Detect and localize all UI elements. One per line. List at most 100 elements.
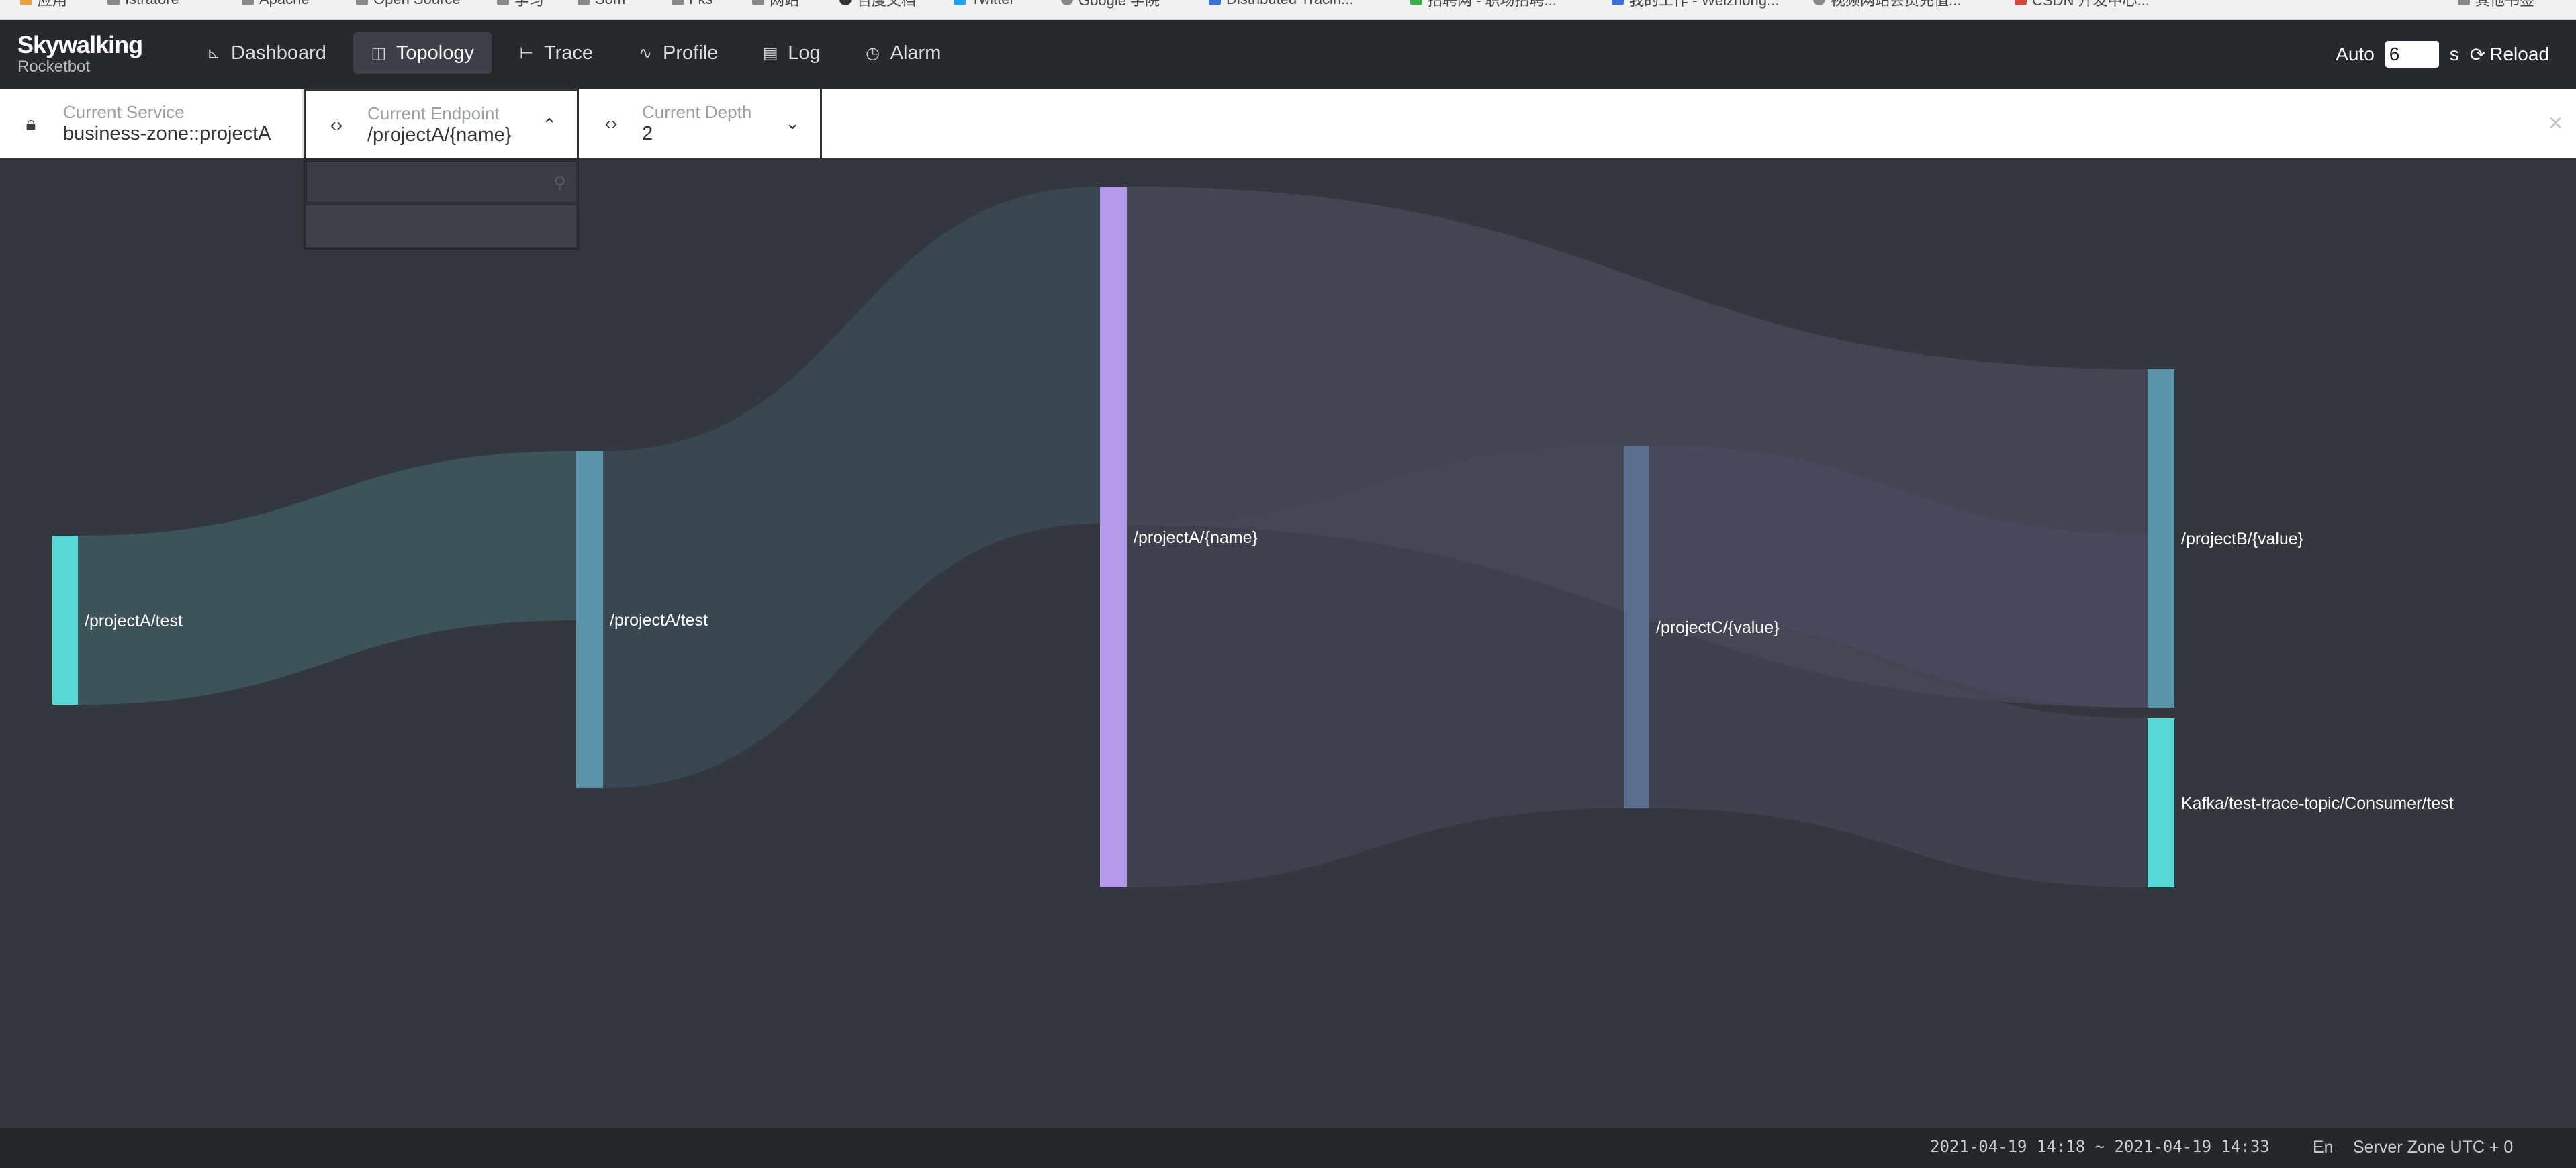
bookmark-item[interactable]: Fks [672,0,712,8]
folder-icon [672,0,684,5]
folder-icon [752,0,764,5]
sankey-node[interactable] [2148,718,2174,887]
auto-refresh-unit: s [2449,44,2459,64]
depth-selector-label: Current Depth [642,102,752,122]
nav-log[interactable]: ▤ Log [745,32,837,74]
chevron-down-icon: ⌄ [785,113,800,133]
topology-icon: ◫ [371,44,387,62]
code-icon: ‹› [330,113,343,135]
folder-icon [497,0,509,5]
bookmark-item[interactable]: Apache [242,0,310,8]
nav-dashboard[interactable]: ⊾ Dashboard [188,32,344,74]
lock-icon: 🔒︎ [26,112,36,134]
folder-icon [356,0,368,5]
sankey-link[interactable] [78,451,576,705]
log-icon: ▤ [762,44,778,62]
nav-profile[interactable]: ∿ Profile [620,32,735,74]
depth-selector-value: 2 [642,123,653,144]
sankey-node[interactable] [1100,187,1127,887]
endpoint-dropdown-list[interactable] [306,205,576,247]
service-selector-label: Current Service [63,102,185,122]
depth-selector[interactable]: ‹› Current Depth 2 ⌄ [579,89,822,158]
bookmark-item[interactable]: Twitter [954,0,1015,8]
code-icon: ‹› [604,113,618,134]
bookmark-item[interactable]: 学习 [497,0,544,9]
sankey-node-label: /projectC/{value} [1656,618,1779,637]
bookmark-item[interactable]: Som [578,0,625,8]
bookmark-icon [20,0,32,5]
bookmark-icon [1410,0,1422,5]
sankey-node-label: /projectA/test [85,612,183,630]
folder-icon [107,0,120,5]
bookmarks-bar: 应用 Istratore Apache Open Source 学习 Som F… [0,0,2576,20]
endpoint-dropdown: ⚲ [304,158,579,250]
endpoint-selector-label: Current Endpoint [367,103,500,124]
sankey-link[interactable] [603,187,1100,788]
bookmark-item[interactable]: 百度文档 [839,0,916,9]
endpoint-selector-text: Current Endpoint /projectA/{name} [367,103,511,146]
bookmark-item[interactable]: 视频网站会员充值... [1813,0,1961,9]
topology-sankey: /projectA/test/projectA/test/projectA/{n… [0,158,2576,1128]
server-zone[interactable]: Server Zone UTC + 0 [2353,1138,2513,1157]
auto-refresh-label: Auto [2336,44,2375,64]
bookmark-item[interactable]: 网站 [752,0,799,9]
bookmark-item[interactable]: Distributed Tracin... [1209,0,1354,8]
logo-title: Skywalking [17,31,143,58]
bookmark-icon [1209,0,1221,5]
close-icon[interactable]: × [2548,109,2563,137]
header-controls: Auto s ⟳ Reload [2336,38,2549,71]
github-icon [839,0,852,5]
auto-refresh-interval-input[interactable] [2385,41,2439,68]
logo[interactable]: Skywalking Rocketbot [17,32,165,79]
chart-icon: ⊾ [206,44,221,62]
depth-selector-text: Current Depth 2 [642,102,751,145]
sankey-node[interactable] [1624,446,1649,808]
service-selector-value: business-zone::projectA [63,123,271,144]
sankey-node-label: /projectA/{name} [1134,528,1258,547]
sankey-node-label: /projectA/test [610,611,708,630]
bookmark-item[interactable]: Open Source [356,0,461,8]
reload-button[interactable]: ⟳ Reload [2470,44,2549,66]
sankey-node[interactable] [2148,369,2174,708]
bookmark-item[interactable]: Google 学院 [1061,0,1160,9]
nav-alarm[interactable]: ◷ Alarm [847,32,959,74]
endpoint-selector[interactable]: ‹› Current Endpoint /projectA/{name} ⌃ [304,89,579,158]
chevron-up-icon: ⌃ [542,115,557,135]
bookmark-item[interactable]: CSDN 开发中心... [2015,0,2150,9]
sankey-node[interactable] [576,451,603,788]
main-nav: ⊾ Dashboard ◫ Topology ⊢ Trace ∿ Profile… [188,32,958,77]
logo-subtitle: Rocketbot [17,58,91,76]
endpoint-search-input[interactable]: ⚲ [306,161,576,203]
sankey-node-label: Kafka/test-trace-topic/Consumer/test [2181,794,2454,813]
bookmark-item[interactable]: 应用 [20,0,67,9]
nav-topology[interactable]: ◫ Topology [353,32,492,74]
search-icon: ⚲ [553,173,566,193]
globe-icon [1061,0,1073,5]
twitter-icon [954,0,966,5]
bookmark-icon [1612,0,1624,5]
sankey-svg: /projectA/test/projectA/test/projectA/{n… [52,187,2454,887]
bookmark-item[interactable]: 其他书签 [2458,0,2534,9]
folder-icon [242,0,254,5]
bookmark-item[interactable]: 我的工作 - Weizhong... [1612,0,1779,9]
globe-icon [1813,0,1825,5]
nav-trace[interactable]: ⊢ Trace [501,32,610,74]
service-selector-text: Current Service business-zone::projectA [63,102,271,145]
bookmark-icon [2015,0,2027,5]
time-range[interactable]: 2021-04-19 14:18 ~ 2021-04-19 14:33 [1930,1137,2270,1156]
folder-icon [578,0,590,5]
trace-icon: ⊢ [519,44,534,62]
app-header: Skywalking Rocketbot ⊾ Dashboard ◫ Topol… [0,20,2576,89]
folder-icon [2458,0,2470,5]
sankey-node-label: /projectB/{value} [2181,530,2303,548]
refresh-icon: ⟳ [2469,44,2486,65]
bookmark-item[interactable]: Istratore [107,0,179,8]
profile-icon: ∿ [638,44,653,62]
selector-toolbar: 🔒︎ Current Service business-zone::projec… [0,89,2576,158]
service-selector[interactable]: 🔒︎ Current Service business-zone::projec… [0,89,304,158]
sankey-node[interactable] [52,536,78,705]
alarm-icon: ◷ [866,44,880,62]
endpoint-selector-value: /projectA/{name} [367,124,512,146]
bookmark-item[interactable]: 招聘网 - 职场招聘... [1410,0,1557,9]
language-switch[interactable]: En [2313,1138,2334,1157]
